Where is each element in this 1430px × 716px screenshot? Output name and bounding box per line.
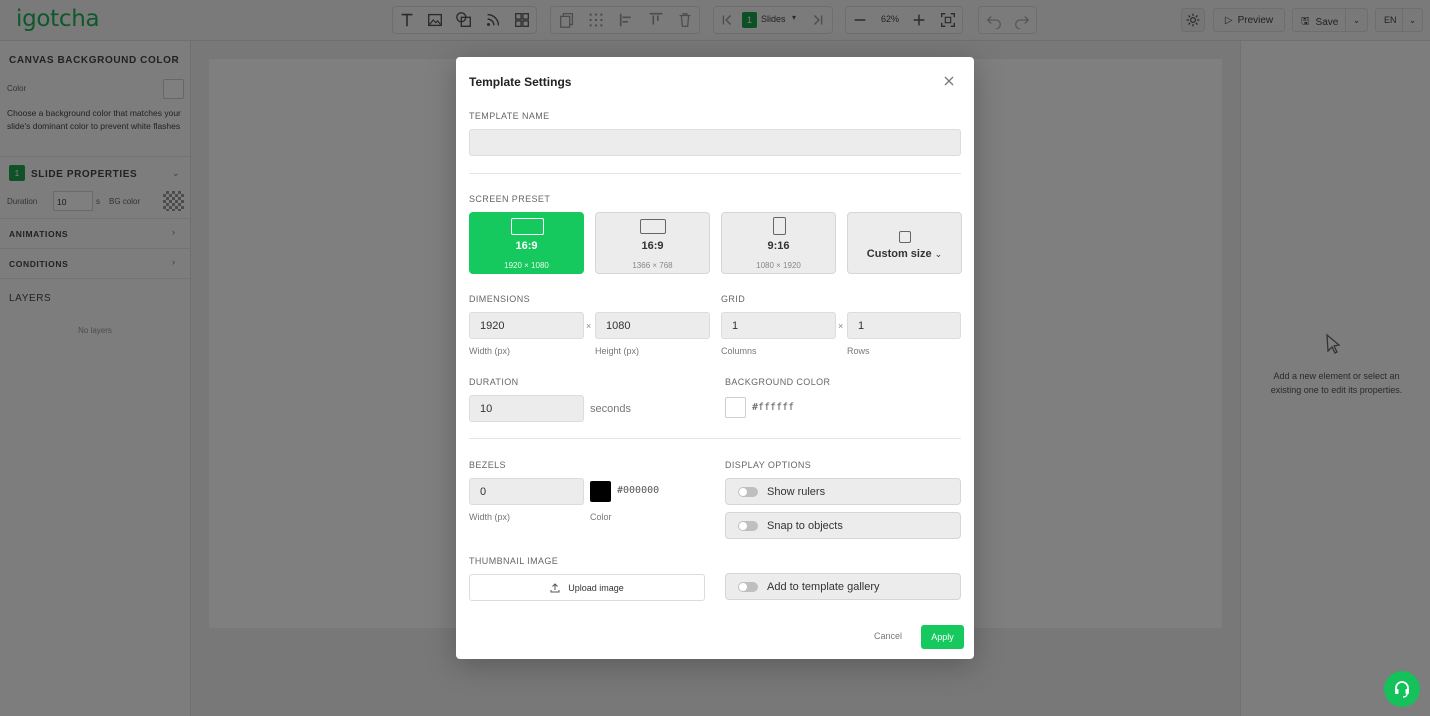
preset-1920x1080[interactable]: 16:9 1920 × 1080 xyxy=(469,212,584,274)
show-rulers-label: Show rulers xyxy=(767,486,826,498)
bezel-color-swatch[interactable] xyxy=(590,481,611,502)
landscape-screen-icon xyxy=(640,219,666,234)
portrait-screen-icon xyxy=(773,217,786,235)
dialog-title: Template Settings xyxy=(469,75,572,89)
show-rulers-toggle-row[interactable]: Show rulers xyxy=(725,478,961,505)
bezel-color-caption: Color xyxy=(590,512,612,522)
grid-rows-input[interactable]: 1 xyxy=(847,312,961,339)
upload-image-button[interactable]: Upload image xyxy=(469,574,705,601)
template-gallery-label: Add to template gallery xyxy=(767,581,880,593)
apply-button[interactable]: Apply xyxy=(921,625,964,649)
snap-to-objects-toggle[interactable] xyxy=(738,521,758,531)
screen-preset-label: SCREEN PRESET xyxy=(469,194,551,204)
columns-caption: Columns xyxy=(721,346,757,356)
height-input[interactable]: 1080 xyxy=(595,312,710,339)
display-options-label: DISPLAY OPTIONS xyxy=(725,460,812,470)
divider xyxy=(469,438,961,439)
chevron-down-icon: ⌄ xyxy=(934,249,943,259)
template-settings-dialog: Template Settings TEMPLATE NAME SCREEN P… xyxy=(456,57,974,659)
upload-image-label: Upload image xyxy=(568,582,624,593)
times-separator: × xyxy=(838,321,844,331)
landscape-screen-icon xyxy=(511,218,544,235)
preset-ratio: 16:9 xyxy=(641,240,664,252)
dimensions-label: DIMENSIONS xyxy=(469,294,531,304)
show-rulers-toggle[interactable] xyxy=(738,487,758,497)
close-icon[interactable] xyxy=(942,74,956,88)
snap-to-objects-toggle-row[interactable]: Snap to objects xyxy=(725,512,961,539)
grid-label: GRID xyxy=(721,294,746,304)
height-caption: Height (px) xyxy=(595,346,640,356)
preset-ratio: 9:16 xyxy=(767,240,790,252)
preset-1080x1920[interactable]: 9:16 1080 × 1920 xyxy=(721,212,836,274)
duration-input[interactable]: 10 xyxy=(469,395,584,422)
bezel-width-caption: Width (px) xyxy=(469,512,511,522)
background-color-hex[interactable]: #ffffff xyxy=(752,402,794,413)
upload-icon xyxy=(550,582,560,592)
preset-custom-size[interactable]: Custom size ⌄ xyxy=(847,212,962,274)
thumbnail-label: THUMBNAIL IMAGE xyxy=(469,556,559,566)
support-headset-icon[interactable] xyxy=(1384,671,1420,707)
preset-dims: 1920 × 1080 xyxy=(504,261,549,270)
background-color-swatch[interactable] xyxy=(725,397,746,418)
preset-dims: 1366 × 768 xyxy=(632,261,673,270)
snap-to-objects-label: Snap to objects xyxy=(767,520,843,532)
divider xyxy=(469,173,961,174)
duration-label: DURATION xyxy=(469,377,519,387)
rows-caption: Rows xyxy=(847,346,870,356)
template-gallery-toggle-row[interactable]: Add to template gallery xyxy=(725,573,961,600)
cancel-button[interactable]: Cancel xyxy=(874,631,902,641)
background-color-label: BACKGROUND COLOR xyxy=(725,377,831,387)
bezel-color-hex[interactable]: #000000 xyxy=(617,485,659,496)
times-separator: × xyxy=(586,321,592,331)
bezel-width-input[interactable]: 0 xyxy=(469,478,584,505)
template-name-input[interactable] xyxy=(469,129,961,156)
width-caption: Width (px) xyxy=(469,346,511,356)
template-gallery-toggle[interactable] xyxy=(738,582,758,592)
bezels-label: BEZELS xyxy=(469,460,506,470)
template-name-label: TEMPLATE NAME xyxy=(469,111,550,121)
square-screen-icon xyxy=(899,231,911,243)
preset-1366x768[interactable]: 16:9 1366 × 768 xyxy=(595,212,710,274)
duration-unit: seconds xyxy=(590,403,631,415)
grid-columns-input[interactable]: 1 xyxy=(721,312,836,339)
preset-dims: 1080 × 1920 xyxy=(756,261,801,270)
custom-size-label: Custom size ⌄ xyxy=(866,248,943,260)
preset-ratio: 16:9 xyxy=(515,240,538,252)
width-input[interactable]: 1920 xyxy=(469,312,584,339)
